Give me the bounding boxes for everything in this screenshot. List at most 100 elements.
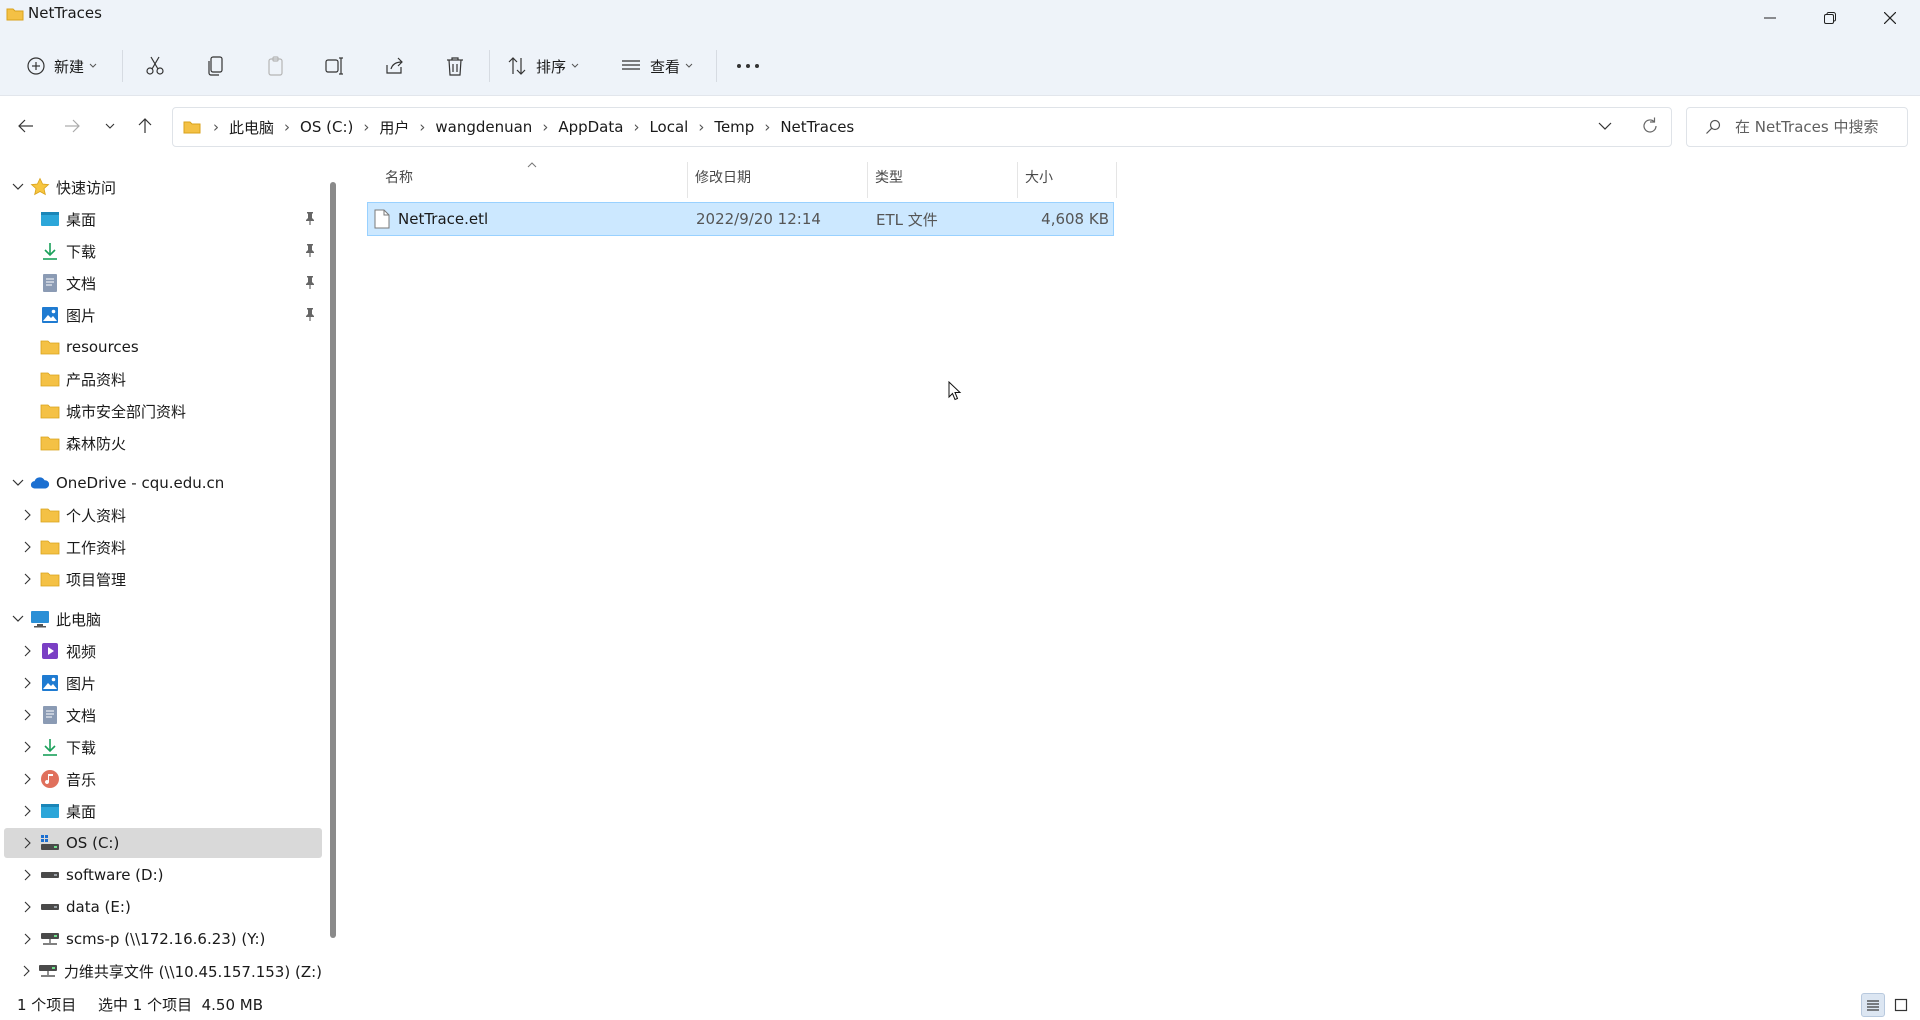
chevron-down-icon[interactable] [10,179,26,195]
breadcrumb-item[interactable]: NetTraces [776,118,858,136]
nav-item-personal[interactable]: 个人资料 [4,500,322,530]
breadcrumb-item[interactable]: Local [645,118,692,136]
column-divider[interactable] [687,162,688,198]
nav-item-drive-z[interactable]: 力维共享文件 (\\10.45.157.153) (Z:) [4,956,322,986]
minimize-button[interactable] [1740,0,1800,36]
nav-item-pictures[interactable]: 图片 [4,300,322,330]
breadcrumb-item[interactable]: 用户 [375,117,413,138]
address-row: › 此电脑 › OS (C:) › 用户 › wangdenuan › AppD… [0,96,1920,158]
column-divider[interactable] [1017,162,1018,198]
sort-button[interactable]: 排序 [506,48,579,84]
column-header-date[interactable]: 修改日期 [695,158,751,196]
nav-label: 图片 [66,674,97,693]
nav-item-projects[interactable]: 项目管理 [4,564,322,594]
view-button[interactable]: 查看 [620,48,693,84]
nav-label: 文档 [66,706,97,725]
share-button[interactable] [384,48,406,84]
chevron-right-icon[interactable] [20,539,36,555]
more-button[interactable] [736,48,760,84]
breadcrumb-item[interactable]: OS (C:) [296,118,357,136]
restore-button[interactable] [1800,0,1860,36]
table-row[interactable]: NetTrace.etl 2022/9/20 12:14 ETL 文件 4,60… [367,202,1114,236]
nav-item-pc-downloads[interactable]: 下载 [4,732,322,762]
copy-button[interactable] [205,48,227,84]
column-divider[interactable] [867,162,868,198]
nav-item-pc-desktop[interactable]: 桌面 [4,796,322,826]
search-input[interactable] [1735,118,1905,136]
back-button[interactable] [12,112,40,140]
chevron-right-icon[interactable] [20,963,34,979]
forward-button[interactable] [58,112,86,140]
breadcrumb-item[interactable]: 此电脑 [225,117,278,138]
nav-item-documents[interactable]: 文档 [4,268,322,298]
pin-icon[interactable] [304,211,316,225]
pin-icon[interactable] [304,307,316,321]
nav-item-drive-y[interactable]: scms-p (\\172.16.6.23) (Y:) [4,924,322,954]
address-history-dropdown[interactable] [1598,117,1612,135]
nav-item-city-safety[interactable]: 城市安全部门资料 [4,396,322,426]
view-list-icon [620,55,642,77]
rename-button[interactable] [324,48,346,84]
sort-label: 排序 [536,57,567,76]
chevron-down-icon[interactable] [10,475,26,491]
chevron-right-icon[interactable] [20,931,36,947]
chevron-down-icon[interactable] [10,611,26,627]
chevron-right-icon[interactable] [20,835,36,851]
nav-this-pc[interactable]: 此电脑 [4,604,322,634]
column-header-type[interactable]: 类型 [875,158,903,196]
nav-item-forest-fire[interactable]: 森林防火 [4,428,322,458]
column-header-name[interactable]: 名称 [385,158,413,196]
nav-item-downloads[interactable]: 下载 [4,236,322,266]
delete-button[interactable] [444,48,466,84]
chevron-right-icon[interactable] [20,867,36,883]
close-icon [1884,12,1896,24]
picture-icon [40,673,60,693]
breadcrumb-item[interactable]: AppData [554,118,627,136]
breadcrumb-item[interactable]: wangdenuan [431,118,536,136]
nav-item-videos[interactable]: 视频 [4,636,322,666]
chevron-right-icon[interactable] [20,507,36,523]
search-box[interactable] [1686,107,1908,147]
arrow-right-icon [63,118,81,134]
breadcrumb-item[interactable]: Temp [710,118,758,136]
pin-icon[interactable] [304,243,316,257]
chevron-right-icon[interactable] [20,675,36,691]
address-bar[interactable]: › 此电脑 › OS (C:) › 用户 › wangdenuan › AppD… [172,107,1672,147]
nav-item-product-docs[interactable]: 产品资料 [4,364,322,394]
picture-icon [40,305,60,325]
nav-item-desktop[interactable]: 桌面 [4,204,322,234]
recent-locations-button[interactable] [96,112,124,140]
chevron-right-icon: › [284,118,291,136]
up-button[interactable] [131,112,159,140]
chevron-right-icon[interactable] [20,643,36,659]
chevron-right-icon[interactable] [20,899,36,915]
file-icon [374,203,390,235]
nav-item-pc-documents[interactable]: 文档 [4,700,322,730]
nav-item-pc-pictures[interactable]: 图片 [4,668,322,698]
large-icons-view-button[interactable] [1889,993,1913,1017]
column-divider[interactable] [1116,162,1117,198]
nav-scrollbar[interactable] [330,182,336,938]
nav-item-resources[interactable]: resources [4,332,322,362]
refresh-button[interactable] [1641,116,1659,136]
nav-item-drive-c[interactable]: OS (C:) [4,828,322,858]
nav-item-music[interactable]: 音乐 [4,764,322,794]
details-view-button[interactable] [1861,993,1885,1017]
chevron-right-icon[interactable] [20,571,36,587]
nav-item-work[interactable]: 工作资料 [4,532,322,562]
close-button[interactable] [1860,0,1920,36]
column-label: 大小 [1025,170,1053,186]
nav-item-drive-d[interactable]: software (D:) [4,860,322,890]
paste-button[interactable] [265,48,287,84]
nav-quick-access[interactable]: 快速访问 [4,172,322,202]
chevron-right-icon[interactable] [20,739,36,755]
cut-button[interactable] [144,48,166,84]
chevron-right-icon[interactable] [20,771,36,787]
chevron-right-icon[interactable] [20,707,36,723]
chevron-right-icon[interactable] [20,803,36,819]
nav-item-drive-e[interactable]: data (E:) [4,892,322,922]
column-header-size[interactable]: 大小 [1025,158,1053,196]
pin-icon[interactable] [304,275,316,289]
nav-onedrive[interactable]: OneDrive - cqu.edu.cn [4,468,322,498]
new-button[interactable]: 新建 [26,48,97,84]
